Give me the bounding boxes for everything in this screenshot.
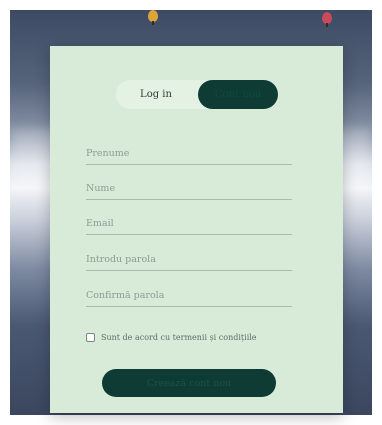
last-name-field xyxy=(86,176,292,200)
email-field xyxy=(86,211,292,235)
auth-toggle: Log in Cont nou xyxy=(116,80,278,109)
terms-checkbox[interactable] xyxy=(86,333,95,342)
terms-row: Sunt de acord cu termenii și condițiile xyxy=(86,333,257,342)
tab-register[interactable]: Cont nou xyxy=(198,80,278,109)
password-field xyxy=(86,247,292,271)
last-name-input[interactable] xyxy=(86,177,292,200)
terms-label: Sunt de acord cu termenii și condițiile xyxy=(101,333,257,342)
signup-card: Log in Cont nou Sunt de acord cu termeni… xyxy=(50,46,343,413)
first-name-input[interactable] xyxy=(86,142,292,165)
balloon-icon xyxy=(148,10,158,25)
first-name-field xyxy=(86,141,292,165)
balloon-icon xyxy=(322,12,332,27)
create-account-button[interactable]: Creează cont nou xyxy=(102,369,276,397)
tab-login[interactable]: Log in xyxy=(116,80,196,109)
email-input[interactable] xyxy=(86,212,292,235)
password-input[interactable] xyxy=(86,248,292,271)
confirm-password-field xyxy=(86,283,292,307)
confirm-password-input[interactable] xyxy=(86,284,292,307)
